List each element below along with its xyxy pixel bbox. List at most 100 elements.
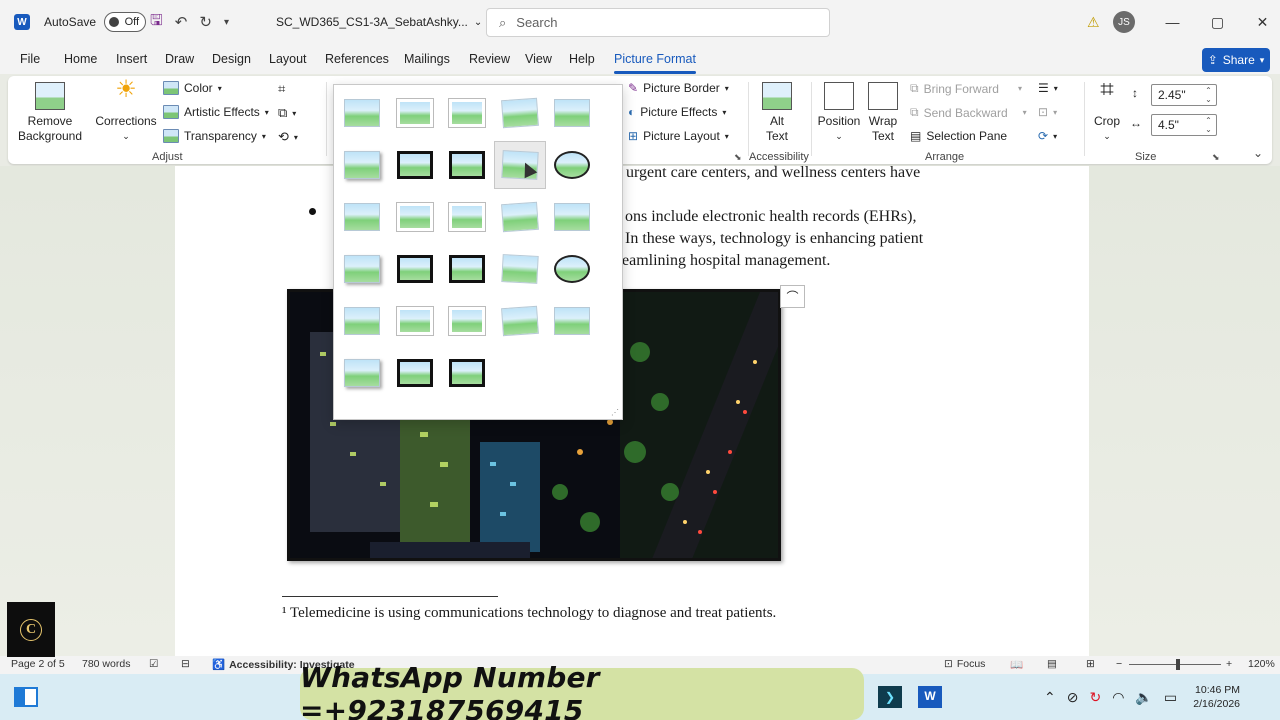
bring-forward-button[interactable]: ⧉ Bring Forward ▾ (910, 81, 1022, 96)
word-taskbar-icon[interactable]: W (918, 674, 942, 720)
zoom-slider-thumb[interactable] (1176, 659, 1180, 670)
restore-button[interactable]: ▢ (1195, 14, 1240, 31)
picture-style-option[interactable] (344, 203, 380, 231)
tab-help[interactable]: Help (569, 52, 595, 66)
color-button[interactable]: Color ▾ (163, 81, 222, 95)
picture-style-option[interactable] (344, 151, 380, 179)
picture-style-option[interactable] (500, 97, 539, 129)
close-button[interactable]: ✕ (1240, 14, 1280, 31)
picture-style-option[interactable] (554, 151, 590, 179)
print-layout-icon[interactable]: ▤ (1047, 658, 1057, 670)
tab-design[interactable]: Design (212, 52, 251, 66)
picture-style-option[interactable] (500, 305, 539, 337)
transparency-button[interactable]: Transparency ▾ (163, 129, 266, 143)
tab-file[interactable]: File (20, 52, 40, 66)
corrections-button[interactable]: ☀ Corrections ⌄ (94, 78, 158, 144)
picture-style-option[interactable] (554, 99, 590, 127)
picture-effects-button[interactable]: ◐ Picture Effects ▾ (628, 105, 726, 119)
clock[interactable]: 10:46 PM 2/16/2026 (1192, 674, 1240, 720)
tab-insert[interactable]: Insert (116, 52, 147, 66)
picture-style-option[interactable] (395, 306, 434, 336)
selection-pane-button[interactable]: ▤ Selection Pane (910, 129, 1007, 143)
picture-style-option[interactable] (396, 151, 433, 179)
picture-style-option[interactable] (554, 255, 590, 283)
resize-grip-icon[interactable]: ⋰ (611, 408, 619, 417)
zoom-out-button[interactable]: − (1116, 658, 1122, 670)
wrap-text-button[interactable]: Wrap Text (866, 82, 900, 144)
tab-layout[interactable]: Layout (269, 52, 307, 66)
send-backward-button[interactable]: ⧉ Send Backward ▾ (910, 105, 1027, 120)
tab-review[interactable]: Review (469, 52, 510, 66)
picture-style-option[interactable] (344, 359, 380, 387)
crop-button[interactable]: ⌗ Crop ⌄ (1090, 78, 1124, 144)
change-picture-button[interactable]: ⧉ ▾ (278, 105, 296, 121)
redo-icon[interactable]: ↻ (199, 13, 212, 31)
size-dialog-launcher-icon[interactable]: ⬊ (1212, 152, 1220, 163)
page-count[interactable]: Page 2 of 5 (11, 658, 65, 670)
zoom-slider[interactable] (1129, 664, 1221, 665)
picture-style-option[interactable] (448, 98, 486, 128)
picture-style-option[interactable] (395, 98, 434, 128)
terminal-app-icon[interactable]: ❯ (878, 674, 902, 720)
tab-home[interactable]: Home (64, 52, 97, 66)
account-button[interactable]: JS (1113, 0, 1135, 44)
picture-style-option[interactable] (449, 151, 485, 179)
picture-style-option[interactable] (554, 307, 590, 335)
picture-style-option[interactable] (448, 306, 486, 336)
height-input[interactable]: 2.45" (1151, 84, 1217, 106)
network-off-icon[interactable]: ⊘ (1067, 689, 1079, 706)
autosave-toggle[interactable]: Off (104, 12, 147, 32)
tab-mailings[interactable]: Mailings (404, 52, 450, 66)
compress-pictures-button[interactable]: ⌗ (278, 81, 285, 97)
collapse-ribbon-icon[interactable]: ⌄ (1253, 146, 1263, 160)
focus-button[interactable]: ⊡ Focus (944, 658, 985, 670)
picture-styles-dialog-launcher-icon[interactable]: ⬊ (734, 152, 742, 163)
autosave-control[interactable]: AutoSave Off (44, 0, 147, 44)
undo-icon[interactable]: ↶ (175, 13, 188, 31)
picture-style-option[interactable] (344, 255, 380, 283)
minimize-button[interactable]: — (1150, 14, 1195, 30)
chevron-up-icon[interactable]: ⌃ (1044, 689, 1056, 706)
customize-qat-icon[interactable]: ▾ (224, 17, 229, 28)
remove-background-button[interactable]: Remove Background (18, 82, 82, 144)
picture-style-option[interactable] (500, 201, 539, 233)
widgets-icon[interactable] (14, 674, 38, 720)
zoom-level[interactable]: 120% (1248, 658, 1275, 670)
word-count[interactable]: 780 words (82, 658, 130, 670)
tab-view[interactable]: View (525, 52, 552, 66)
share-button[interactable]: ⇪ Share ▾ (1202, 48, 1270, 72)
picture-style-option[interactable] (396, 255, 433, 283)
zoom-in-button[interactable]: + (1226, 658, 1232, 670)
picture-style-option[interactable] (344, 99, 380, 127)
width-input[interactable]: 4.5" (1151, 114, 1217, 136)
group-objects-button[interactable]: ⊡ ▾ (1038, 105, 1057, 119)
picture-style-option[interactable] (344, 307, 380, 335)
web-layout-icon[interactable]: ⊞ (1086, 658, 1095, 670)
document-title[interactable]: SC_WD365_CS1-3A_SebatAshky... ⌄ (276, 0, 482, 44)
proofing-icon[interactable]: ☑ (149, 658, 158, 670)
text-predictions-icon[interactable]: ⊟ (181, 658, 190, 670)
artistic-effects-button[interactable]: Artistic Effects ▾ (163, 105, 269, 119)
picture-border-button[interactable]: ✎ Picture Border ▾ (628, 81, 729, 95)
tab-picture-format[interactable]: Picture Format (614, 52, 696, 74)
picture-style-option[interactable] (448, 202, 486, 232)
search-box[interactable]: ⌕ Search (486, 8, 830, 37)
wifi-icon[interactable]: ◠ (1112, 689, 1124, 706)
layout-options-icon[interactable]: ⌒ (780, 285, 805, 308)
tab-references[interactable]: References (325, 52, 389, 66)
volume-icon[interactable]: 🔈 (1135, 689, 1152, 706)
position-button[interactable]: Position ⌄ (814, 82, 864, 144)
warning-icon[interactable]: ⚠ (1087, 0, 1100, 44)
read-mode-icon[interactable]: 📖 (1010, 658, 1023, 671)
picture-style-option[interactable] (395, 202, 434, 232)
picture-style-option[interactable] (449, 359, 485, 387)
picture-style-option[interactable] (396, 359, 433, 387)
picture-style-option[interactable] (449, 255, 485, 283)
picture-style-option[interactable] (554, 203, 590, 231)
picture-style-option[interactable] (500, 254, 539, 284)
alt-text-button[interactable]: Alt Text (756, 82, 798, 144)
align-button[interactable]: ☰ ▾ (1038, 81, 1058, 95)
picture-layout-button[interactable]: ⊞ Picture Layout ▾ (628, 129, 729, 143)
rotate-button[interactable]: ⟳ ▾ (1038, 129, 1057, 143)
save-icon[interactable]: 🖫 (150, 10, 163, 35)
